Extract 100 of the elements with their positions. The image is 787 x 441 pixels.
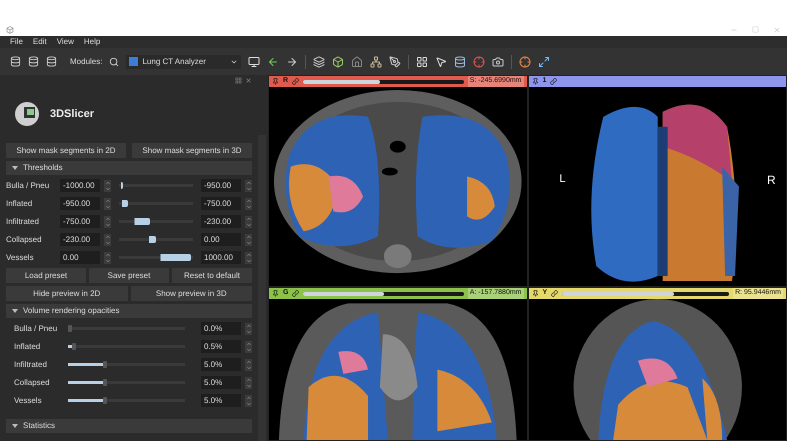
orientation-label: L <box>559 172 566 187</box>
panel-button[interactable]: Show mask segments in 3D <box>132 143 252 158</box>
layers-icon[interactable] <box>313 56 326 68</box>
number-field[interactable]: 0.5% <box>201 340 241 353</box>
caret-icon[interactable] <box>12 308 18 314</box>
back-icon[interactable] <box>267 56 280 68</box>
close-icon <box>245 76 252 84</box>
row-label: Infiltrated <box>14 358 48 370</box>
slider-thumb[interactable] <box>103 379 108 386</box>
menu-item[interactable]: Help <box>84 36 100 48</box>
module-dropdown[interactable]: Lung CT Analyzer <box>126 54 242 68</box>
slider-thumb[interactable] <box>103 361 108 368</box>
crosshair-icon[interactable] <box>519 56 532 68</box>
slider-track[interactable] <box>68 363 185 366</box>
spin-buttons[interactable] <box>245 216 252 228</box>
row-label: Bulla / Pneu <box>6 180 50 192</box>
menu-item[interactable]: File <box>10 36 23 48</box>
slider-fill <box>68 345 72 348</box>
number-field[interactable]: 5.0% <box>201 358 241 371</box>
module-icon <box>129 57 138 66</box>
menu-item[interactable]: Edit <box>32 36 47 48</box>
link-icon <box>292 78 300 85</box>
panel-button[interactable]: Reset to default <box>172 268 252 283</box>
pin-icon <box>272 78 279 85</box>
slider-track[interactable] <box>68 399 185 402</box>
spin-buttons[interactable] <box>245 340 252 352</box>
spin-buttons[interactable] <box>245 376 252 388</box>
database-icon[interactable] <box>454 56 466 68</box>
search-icon <box>109 56 120 66</box>
slider-thumb[interactable] <box>103 397 108 404</box>
orientation-label: R <box>767 172 776 189</box>
pin-icon <box>532 78 538 85</box>
slider-thumb[interactable] <box>72 343 76 350</box>
slider-fill <box>68 399 104 402</box>
caret-icon[interactable] <box>12 165 18 171</box>
spin-buttons[interactable] <box>245 358 252 370</box>
number-field[interactable]: 0.00 <box>60 251 100 264</box>
dicom-icon <box>10 56 21 67</box>
row-label: Collapsed <box>14 376 51 388</box>
forward-icon[interactable] <box>286 56 298 68</box>
number-field[interactable]: 0.00 <box>201 233 241 246</box>
number-field[interactable]: -750.00 <box>60 215 100 228</box>
number-field[interactable]: -230.00 <box>60 233 100 246</box>
slider-fill <box>68 381 104 384</box>
number-field[interactable]: 5.0% <box>201 376 241 389</box>
number-field[interactable]: 5.0% <box>201 394 241 407</box>
slider-track[interactable] <box>68 381 185 384</box>
link-icon <box>292 290 300 297</box>
number-field[interactable]: -950.00 <box>201 179 241 192</box>
network-icon[interactable] <box>370 56 382 68</box>
spin-buttons[interactable] <box>245 252 252 264</box>
close-icon <box>773 26 781 34</box>
number-field[interactable]: -1000.00 <box>60 179 100 192</box>
number-field[interactable]: -750.00 <box>201 197 241 210</box>
spin-buttons[interactable] <box>104 234 111 246</box>
spin-buttons[interactable] <box>104 252 111 264</box>
spin-buttons[interactable] <box>245 198 252 210</box>
cube-icon[interactable] <box>332 56 344 68</box>
home-icon[interactable] <box>351 56 364 68</box>
link-icon <box>550 78 558 85</box>
number-field[interactable]: -230.00 <box>201 215 241 228</box>
dicom-icon <box>46 56 57 67</box>
dicom-icon <box>28 56 39 67</box>
slice-slider[interactable] <box>303 80 464 84</box>
layout-icon[interactable] <box>416 56 428 68</box>
panel-button[interactable]: Load preset <box>6 268 86 283</box>
section-header[interactable]: Thresholds <box>6 161 252 175</box>
number-field[interactable]: 0.0% <box>201 322 241 335</box>
slice-slider[interactable] <box>303 292 464 296</box>
app-icon <box>6 26 14 34</box>
row-label: Bulla / Pneu <box>14 322 58 334</box>
camera-icon[interactable] <box>492 56 504 68</box>
number-field[interactable]: 1000.00 <box>201 251 241 264</box>
spin-buttons[interactable] <box>104 216 111 228</box>
spin-buttons[interactable] <box>245 180 252 192</box>
range-handle[interactable] <box>119 200 128 207</box>
monitor-icon[interactable] <box>248 56 260 68</box>
spin-buttons[interactable] <box>245 322 252 334</box>
range-handle[interactable] <box>119 182 124 189</box>
link-icon <box>551 290 558 297</box>
section-header[interactable]: Statistics <box>6 419 252 433</box>
crosshair-icon[interactable] <box>473 56 486 68</box>
spin-buttons[interactable] <box>104 198 111 210</box>
panel-button[interactable]: Save preset <box>89 268 169 283</box>
pointer-icon[interactable] <box>435 56 448 68</box>
spin-buttons[interactable] <box>104 180 111 192</box>
slice-slider[interactable] <box>562 292 730 296</box>
spin-buttons[interactable] <box>245 234 252 246</box>
row-label: Vessels <box>6 252 35 264</box>
number-field[interactable]: -950.00 <box>60 197 100 210</box>
row-label: Infiltrated <box>6 216 40 228</box>
slider-thumb[interactable] <box>68 325 72 332</box>
section-header[interactable]: Volume rendering opacities <box>6 304 252 318</box>
menu-item[interactable]: View <box>56 36 74 48</box>
panel-button[interactable]: Hide preview in 2D <box>6 286 128 301</box>
panel-button[interactable]: Show preview in 3D <box>130 286 252 301</box>
pen-icon[interactable] <box>389 56 402 68</box>
spin-buttons[interactable] <box>245 394 252 406</box>
caret-icon[interactable] <box>12 423 18 429</box>
panel-button[interactable]: Show mask segments in 2D <box>6 143 126 158</box>
